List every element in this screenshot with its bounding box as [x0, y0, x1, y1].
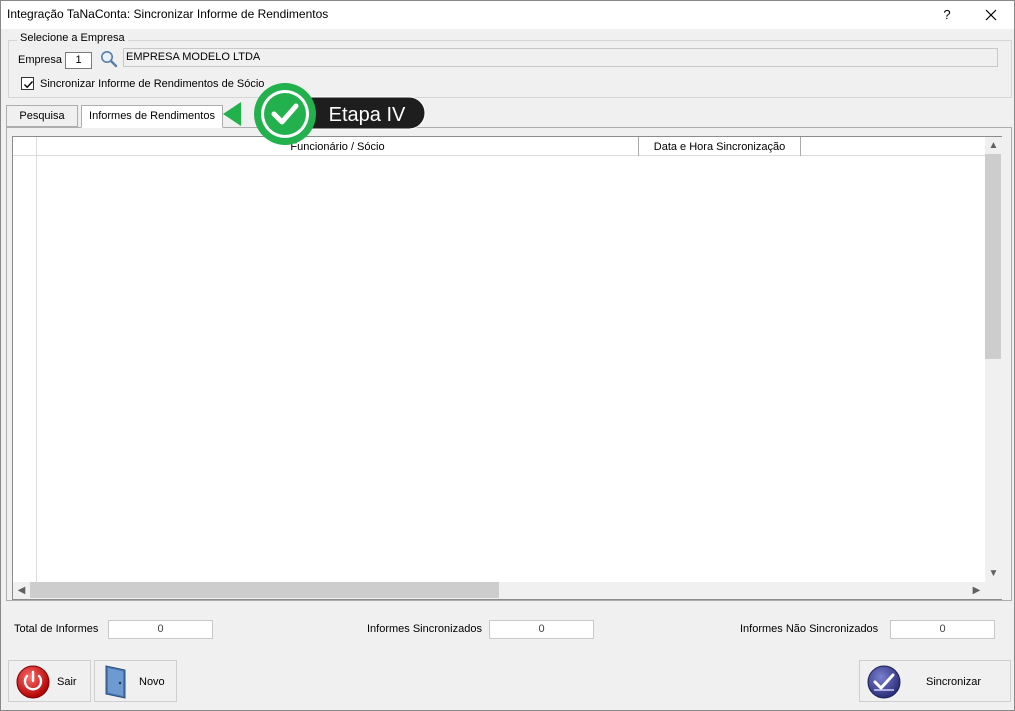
close-icon [985, 9, 997, 21]
horizontal-scrollbar[interactable]: ◀ ▶ [13, 582, 985, 599]
novo-label: Novo [139, 676, 165, 688]
grid-row-indicator [13, 156, 37, 582]
sync-socio-checkbox[interactable] [21, 77, 34, 90]
grid-header: Funcionário / Sócio Data e Hora Sincroni… [13, 137, 985, 156]
search-icon[interactable] [99, 49, 119, 69]
column-header-data-hora-sincronizacao[interactable]: Data e Hora Sincronização [639, 137, 801, 156]
dialog-window: Integração TaNaConta: Sincronizar Inform… [0, 0, 1015, 711]
tab-informes-de-rendimentos[interactable]: Informes de Rendimentos [81, 105, 223, 128]
sincronizar-label: Sincronizar [926, 676, 982, 688]
informes-nao-sincronizados-field: 0 [890, 620, 995, 639]
help-button[interactable]: ? [927, 1, 967, 29]
tab-pesquisa[interactable]: Pesquisa [6, 105, 78, 127]
scroll-up-arrow-icon[interactable]: ▲ [985, 137, 1002, 154]
sync-check-icon [866, 664, 902, 703]
scroll-right-arrow-icon[interactable]: ▶ [968, 582, 985, 599]
scroll-left-arrow-icon[interactable]: ◀ [13, 582, 30, 599]
horizontal-scroll-thumb[interactable] [30, 582, 499, 598]
scroll-down-arrow-icon[interactable]: ▼ [985, 565, 1002, 582]
title-bar: Integração TaNaConta: Sincronizar Inform… [1, 1, 1014, 29]
checkmark-icon [24, 81, 34, 89]
empresa-name-field: EMPRESA MODELO LTDA [123, 48, 998, 67]
sincronizar-button[interactable]: Sincronizar [859, 660, 1011, 702]
door-icon [103, 664, 129, 703]
informes-sincronizados-field: 0 [489, 620, 594, 639]
grid-header-indicator [13, 137, 37, 156]
power-icon [15, 664, 51, 703]
informes-sincronizados-label: Informes Sincronizados [367, 623, 482, 635]
total-informes-label: Total de Informes [14, 623, 99, 635]
novo-button[interactable]: Novo [94, 660, 177, 702]
sair-button[interactable]: Sair [8, 660, 91, 702]
empresa-code-input[interactable]: 1 [65, 52, 92, 69]
close-button[interactable] [969, 1, 1013, 29]
vertical-scroll-thumb[interactable] [985, 154, 1001, 359]
window-title: Integração TaNaConta: Sincronizar Inform… [7, 7, 329, 21]
scroll-corner [985, 582, 1002, 599]
etapa-callout: Etapa IV [219, 83, 429, 149]
vertical-scrollbar[interactable]: ▲ ▼ [985, 137, 1002, 582]
etapa-label: Etapa IV [329, 104, 406, 126]
empresa-group-legend: Selecione a Empresa [17, 32, 128, 44]
informes-grid[interactable]: Funcionário / Sócio Data e Hora Sincroni… [12, 136, 1002, 600]
empresa-label: Empresa [18, 54, 63, 66]
informes-nao-sincronizados-label: Informes Não Sincronizados [740, 623, 879, 635]
sair-label: Sair [57, 676, 77, 688]
total-informes-field: 0 [108, 620, 213, 639]
